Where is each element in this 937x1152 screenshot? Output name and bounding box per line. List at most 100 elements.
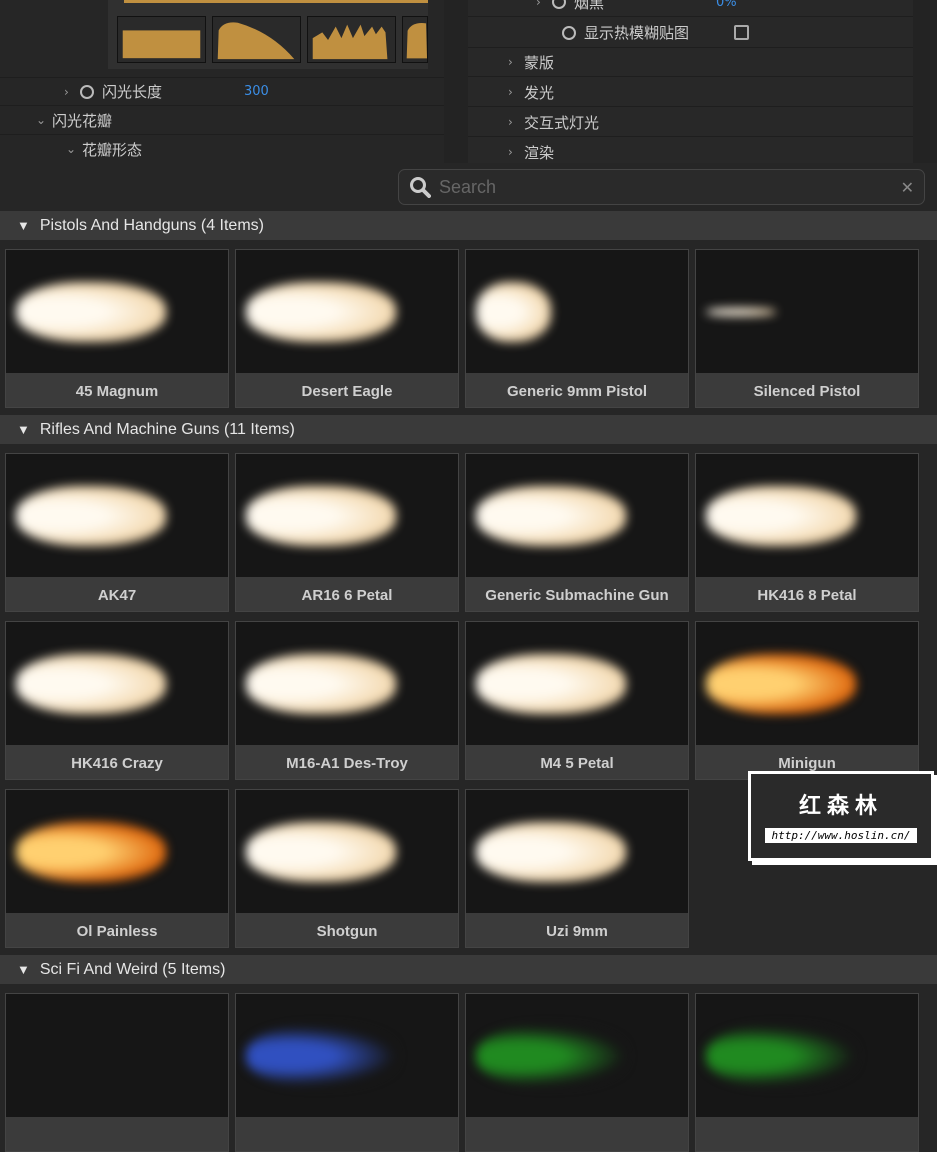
muzzle-flash-thumbnail[interactable] (466, 994, 688, 1117)
muzzle-flash-thumbnail[interactable] (236, 790, 458, 913)
property-label: 蒙版 (524, 53, 555, 72)
preset-card[interactable]: AK47 (5, 453, 229, 612)
muzzle-flash-thumbnail[interactable] (696, 454, 918, 577)
flash-length-row[interactable]: › 闪光长度 300 (0, 77, 444, 106)
shape-falloff[interactable] (212, 16, 301, 63)
muzzle-flash-thumbnail[interactable] (236, 454, 458, 577)
preset-card[interactable]: Silenced Pistol (695, 249, 919, 408)
flash-glow (476, 654, 626, 714)
preset-name: AR16 6 Petal (301, 586, 393, 604)
muzzle-flash-thumbnail[interactable] (6, 250, 228, 373)
muzzle-flash-thumbnail[interactable] (696, 622, 918, 745)
property-label: 闪光长度 (102, 83, 163, 101)
search-input[interactable] (439, 176, 901, 198)
chevron-down-icon[interactable]: ⌄ (66, 142, 82, 156)
section-header[interactable]: ▼ Rifles And Machine Guns (11 Items) (0, 415, 937, 444)
collapse-triangle-icon[interactable]: ▼ (17, 422, 30, 437)
interactive-light-row[interactable]: › 交互式灯光 (468, 108, 913, 137)
shape-jagged[interactable] (307, 16, 396, 63)
section-header[interactable]: ▼ Pistols And Handguns (4 Items) (0, 211, 937, 240)
preset-name: HK416 8 Petal (757, 586, 857, 604)
mask-row[interactable]: › 蒙版 (468, 48, 913, 77)
muzzle-flash-thumbnail[interactable] (466, 790, 688, 913)
preset-card[interactable]: HK416 Crazy (5, 621, 229, 780)
flash-petals-row[interactable]: ⌄ 闪光花瓣 (0, 106, 444, 135)
preset-name: Ol Painless (76, 922, 158, 940)
flash-glow (476, 822, 626, 882)
preset-name: M16-A1 Des-Troy (286, 754, 408, 772)
muzzle-flash-thumbnail[interactable] (696, 250, 918, 373)
chevron-right-icon[interactable]: › (508, 85, 524, 99)
glow-row[interactable]: › 发光 (468, 78, 913, 107)
flash-glow (706, 654, 856, 714)
search-icon (410, 177, 431, 198)
chevron-right-icon[interactable]: › (508, 115, 524, 129)
shape-partial[interactable] (402, 16, 428, 63)
preset-card[interactable]: HK416 8 Petal (695, 453, 919, 612)
property-label: 交互式灯光 (524, 113, 600, 132)
stopwatch-icon[interactable] (562, 25, 576, 40)
preset-name: Silenced Pistol (753, 382, 861, 400)
muzzle-flash-thumbnail[interactable] (236, 994, 458, 1117)
right-properties-panel: › 烟黑 0% 显示热模糊贴图 › 蒙版 › 发光 › 交互式灯光 › 渲染 (468, 0, 913, 167)
preset-card[interactable]: Desert Eagle (235, 249, 459, 408)
chevron-right-icon[interactable]: › (508, 145, 524, 159)
flash-glow (706, 308, 776, 316)
preset-card[interactable] (5, 993, 229, 1152)
preset-card[interactable]: M4 5 Petal (465, 621, 689, 780)
preset-card[interactable]: Generic Submachine Gun (465, 453, 689, 612)
collapse-triangle-icon[interactable]: ▼ (17, 218, 30, 233)
muzzle-flash-thumbnail[interactable] (466, 250, 688, 373)
search-box[interactable]: ✕ (398, 169, 925, 205)
preset-name: AK47 (97, 586, 137, 604)
muzzle-flash-thumbnail[interactable] (466, 454, 688, 577)
muzzle-flash-thumbnail[interactable] (6, 622, 228, 745)
section-title: Rifles And Machine Guns (11 Items) (39, 420, 295, 438)
muzzle-flash-thumbnail[interactable] (6, 994, 228, 1117)
preset-name: Uzi 9mm (546, 922, 608, 940)
collapse-triangle-icon[interactable]: ▼ (17, 962, 30, 977)
flash-glow (476, 282, 551, 342)
muzzle-flash-thumbnail[interactable] (236, 622, 458, 745)
chevron-right-icon[interactable]: › (64, 85, 80, 99)
heat-blur-checkbox[interactable] (734, 25, 749, 40)
property-label: 发光 (524, 83, 555, 102)
clear-search-icon[interactable]: ✕ (901, 178, 914, 197)
muzzle-flash-thumbnail[interactable] (466, 622, 688, 745)
preset-card[interactable]: 45 Magnum (5, 249, 229, 408)
chevron-right-icon[interactable]: › (508, 55, 524, 69)
petal-shape-row[interactable]: ⌄ 花瓣形态 (0, 135, 444, 164)
preset-card[interactable]: Generic 9mm Pistol (465, 249, 689, 408)
preset-card[interactable]: Shotgun (235, 789, 459, 948)
flash-glow (246, 282, 396, 342)
section-title: Sci Fi And Weird (5 Items) (39, 960, 226, 978)
smoke-row[interactable]: › 烟黑 0% (468, 0, 913, 17)
muzzle-flash-thumbnail[interactable] (6, 790, 228, 913)
chevron-down-icon[interactable]: ⌄ (36, 113, 52, 127)
preset-card[interactable]: Minigun (695, 621, 919, 780)
muzzle-flash-thumbnail[interactable] (236, 250, 458, 373)
preset-name (466, 1118, 688, 1152)
flash-glow (246, 654, 396, 714)
preset-card[interactable] (695, 993, 919, 1152)
stopwatch-icon[interactable] (552, 0, 566, 9)
section-header[interactable]: ▼ Sci Fi And Weird (5 Items) (0, 955, 937, 984)
stopwatch-icon[interactable] (80, 84, 94, 99)
heat-blur-row[interactable]: 显示热模糊贴图 (468, 18, 913, 48)
chevron-right-icon[interactable]: › (536, 0, 552, 9)
flash-glow (706, 486, 856, 546)
preset-card[interactable]: Ol Painless (5, 789, 229, 948)
muzzle-flash-thumbnail[interactable] (6, 454, 228, 577)
shape-flat[interactable] (117, 16, 206, 63)
flash-glow (246, 1026, 396, 1086)
muzzle-flash-thumbnail[interactable] (696, 994, 918, 1117)
flash-length-value[interactable]: 300 (244, 84, 269, 99)
preset-card[interactable]: Uzi 9mm (465, 789, 689, 948)
smoke-value[interactable]: 0% (716, 0, 737, 10)
preset-card[interactable] (235, 993, 459, 1152)
property-label: 花瓣形态 (82, 140, 143, 159)
preset-card[interactable]: M16-A1 Des-Troy (235, 621, 459, 780)
effect-controls-area: › 闪光长度 300 ⌄ 闪光花瓣 ⌄ 花瓣形态 › 烟黑 0% 显示热模糊贴图… (0, 0, 937, 167)
preset-card[interactable]: AR16 6 Petal (235, 453, 459, 612)
preset-card[interactable] (465, 993, 689, 1152)
